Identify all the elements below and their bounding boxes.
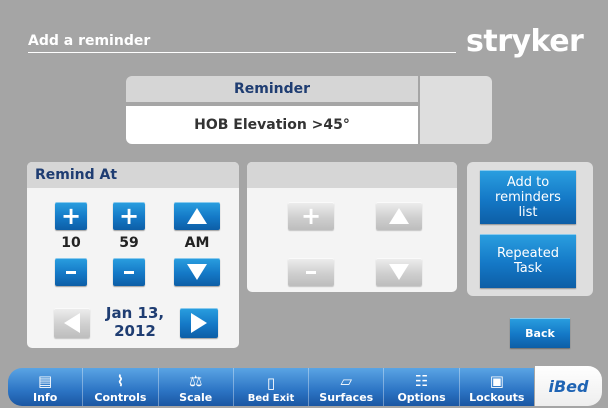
back-button[interactable]: Back <box>510 318 570 348</box>
document-icon: ▤ <box>38 372 53 390</box>
ibed-brand-button[interactable]: iBed <box>535 366 602 406</box>
nav-item-label: Scale <box>179 391 213 404</box>
plus-icon: + <box>300 202 322 230</box>
minute-increase-button[interactable]: + <box>113 202 145 230</box>
arrow-left-icon <box>64 313 80 333</box>
secondary-time-panel: + <box>247 162 457 292</box>
arrow-down-icon <box>187 264 207 280</box>
hour-increase-button[interactable]: + <box>55 202 87 230</box>
bed-exit-icon: ▯ <box>266 374 276 392</box>
nav-item-scale[interactable]: ⚖ Scale <box>159 368 234 406</box>
page-title: Add a reminder <box>28 33 151 49</box>
ampm-down-button[interactable] <box>174 258 220 286</box>
plus-icon: + <box>60 202 82 230</box>
header-divider <box>28 52 456 53</box>
nav-item-label: Lockouts <box>469 391 525 404</box>
minus-icon <box>306 270 316 274</box>
nav-item-label: Options <box>397 391 446 404</box>
reminder-value[interactable]: HOB Elevation >45° <box>126 106 418 144</box>
secondary-decrease-button[interactable] <box>288 258 334 286</box>
nav-item-label: Surfaces <box>319 391 374 404</box>
arrow-down-icon <box>389 264 409 280</box>
secondary-increase-button[interactable]: + <box>288 202 334 230</box>
plus-icon: + <box>118 202 140 230</box>
nav-item-options[interactable]: ☷ Options <box>384 368 460 406</box>
nav-item-bed-exit[interactable]: ▯ Bed Exit <box>234 368 310 406</box>
nav-item-label: Bed Exit <box>247 393 295 404</box>
hour-decrease-button[interactable] <box>55 258 87 286</box>
nav-item-label: Info <box>33 391 58 404</box>
minute-decrease-button[interactable] <box>113 258 145 286</box>
scale-icon: ⚖ <box>188 372 203 390</box>
add-to-list-label-line2: reminders <box>495 189 561 205</box>
bottom-navigation: ▤ Info ⌇ Controls ⚖ Scale ▯ Bed Exit ▱ S… <box>8 368 534 406</box>
arrow-up-icon <box>389 208 409 224</box>
minus-icon <box>66 270 76 274</box>
nav-item-lockouts[interactable]: ▣ Lockouts <box>460 368 534 406</box>
ampm-up-button[interactable] <box>174 202 220 230</box>
reminder-label: Reminder <box>126 76 418 102</box>
repeated-task-button[interactable]: Repeated Task <box>480 234 576 288</box>
minus-icon <box>124 270 134 274</box>
add-to-list-label-line3: list <box>518 204 538 220</box>
minute-value: 59 <box>119 235 139 251</box>
bed-controls-icon: ⌇ <box>116 372 125 390</box>
date-previous-button[interactable] <box>54 308 90 338</box>
actions-panel: Add to reminders list Repeated Task <box>467 162 593 296</box>
repeated-task-label-line1: Repeated <box>496 246 559 261</box>
secondary-up-button[interactable] <box>376 202 422 230</box>
nav-item-surfaces[interactable]: ▱ Surfaces <box>309 368 385 406</box>
remind-at-label: Remind At <box>27 162 239 188</box>
surfaces-icon: ▱ <box>340 372 353 390</box>
date-month-day: Jan 13, <box>105 304 165 322</box>
add-to-reminders-list-button[interactable]: Add to reminders list <box>480 170 576 224</box>
nav-item-label: Controls <box>94 391 147 404</box>
date-value: Jan 13, 2012 <box>93 304 177 340</box>
nav-item-info[interactable]: ▤ Info <box>8 368 84 406</box>
reminder-side-panel <box>420 76 492 144</box>
add-to-list-label-line1: Add to <box>506 174 550 190</box>
remind-at-panel: Remind At + + 10 59 AM Jan 13, 2012 <box>27 162 239 348</box>
date-year: 2012 <box>114 322 156 340</box>
options-sliders-icon: ☷ <box>414 372 429 390</box>
arrow-right-icon <box>191 313 207 333</box>
stryker-logo: stryker <box>466 24 584 59</box>
repeated-task-label-line2: Task <box>513 261 543 276</box>
ampm-value: AM <box>184 235 210 251</box>
arrow-up-icon <box>187 208 207 224</box>
secondary-down-button[interactable] <box>376 258 422 286</box>
nav-item-controls[interactable]: ⌇ Controls <box>83 368 159 406</box>
secondary-time-header <box>247 162 457 188</box>
date-next-button[interactable] <box>180 308 218 338</box>
lock-icon: ▣ <box>489 372 504 390</box>
hour-value: 10 <box>61 235 81 251</box>
